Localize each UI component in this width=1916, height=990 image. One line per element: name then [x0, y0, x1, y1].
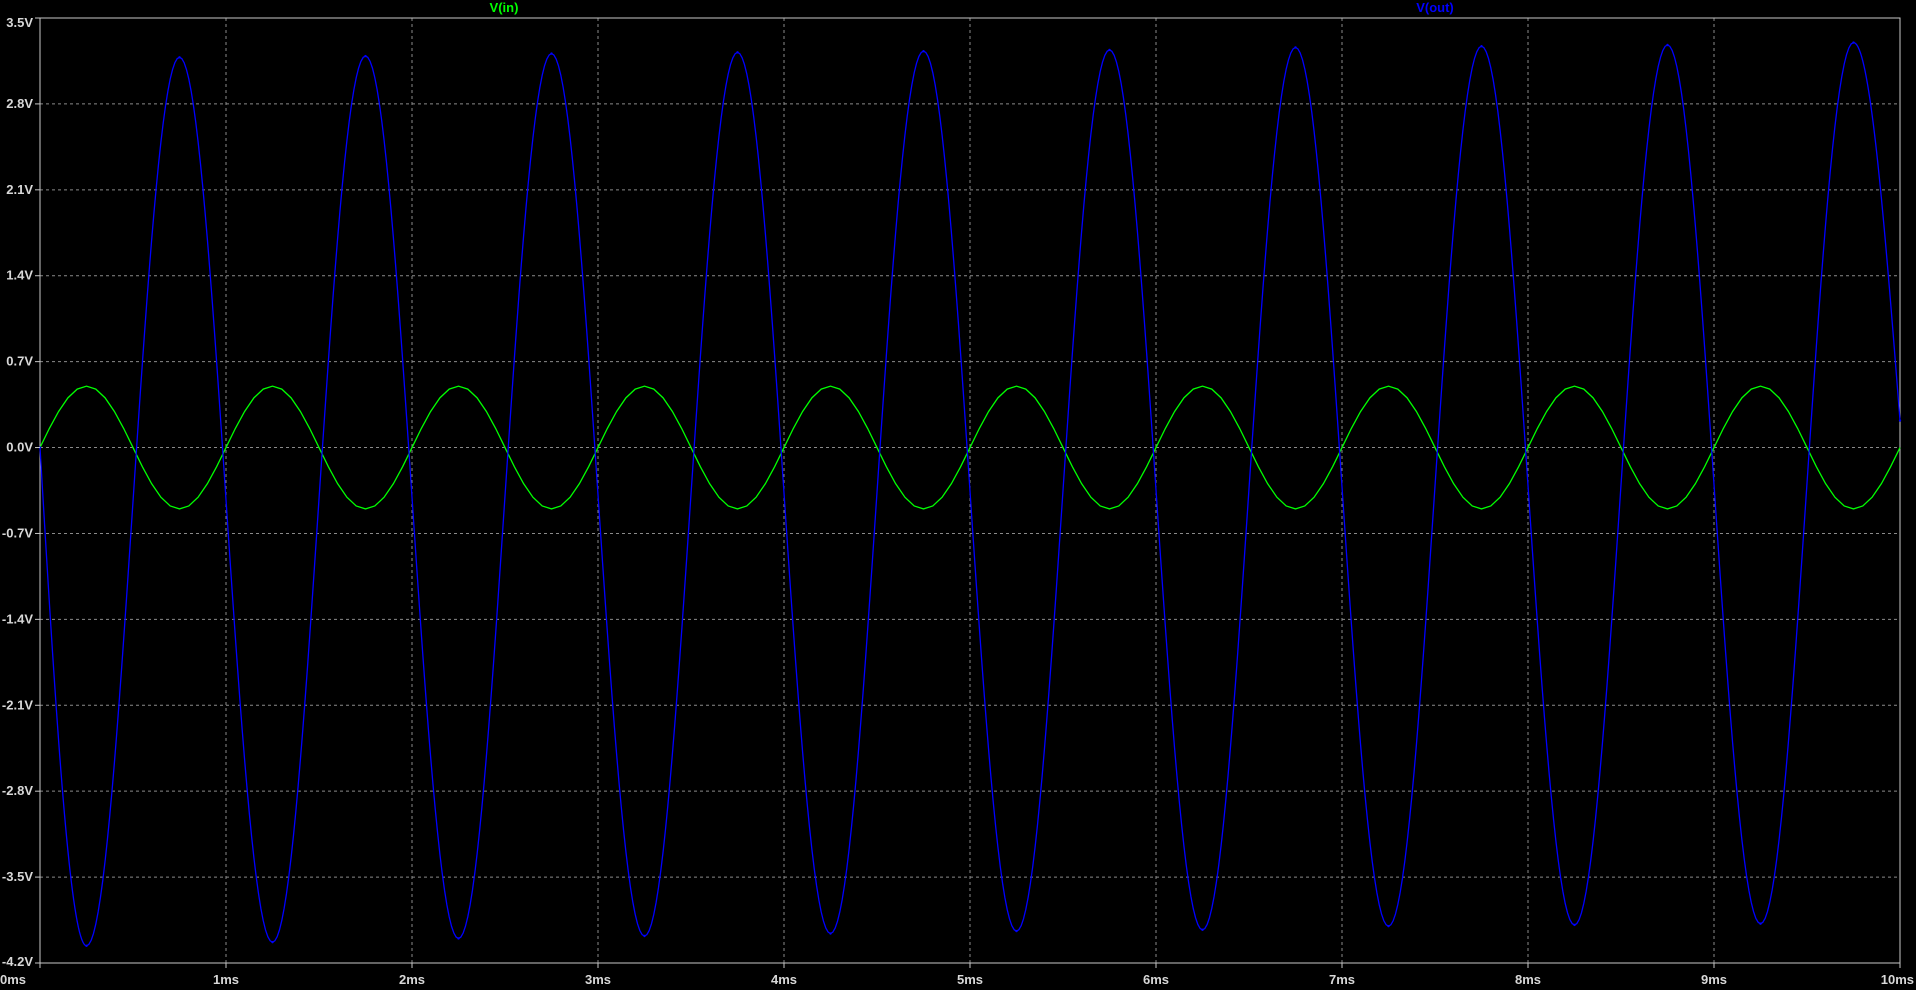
v-out-point [1852, 41, 1855, 44]
y-tick-label: -3.5V [2, 869, 33, 884]
v-out-point [922, 49, 925, 53]
y-tick-label: 0.0V [6, 440, 33, 455]
v-out-point [550, 52, 553, 55]
y-tick-label: 2.8V [6, 96, 33, 111]
v-out-point [1108, 48, 1111, 52]
plot-background [0, 0, 1916, 990]
y-tick-label: -1.4V [2, 611, 33, 626]
y-tick-label: 1.4V [6, 268, 33, 283]
y-tick-label: -2.1V [2, 697, 33, 712]
v-out-point [1387, 924, 1390, 928]
v-out-point [364, 54, 367, 58]
v-out-point [736, 51, 739, 54]
v-out-point [1898, 419, 1902, 422]
x-tick-label: 6ms [1143, 972, 1169, 987]
x-tick-label: 7ms [1329, 972, 1355, 987]
v-out-point [1294, 46, 1297, 49]
x-tick-label: 3ms [585, 972, 611, 987]
y-tick-label: -0.7V [2, 525, 33, 540]
x-tick-label: 0ms [0, 972, 26, 987]
y-tick-label: 0.7V [6, 354, 33, 369]
v-out-point [85, 944, 88, 948]
y-tick-label: 3.5V [6, 15, 33, 30]
x-tick-label: 1ms [213, 972, 239, 987]
x-tick-label: 4ms [771, 972, 797, 987]
x-tick-label: 2ms [399, 972, 425, 987]
waveform-plot[interactable]: 3.5V 2.8V 2.1V 1.4V 0.7V 0.0V -0.7V -1.4V -2.1V -… [0, 0, 1916, 990]
v-out-point [1015, 929, 1018, 933]
v-out-point [457, 937, 460, 940]
v-out-point [829, 932, 832, 935]
v-out-point [1759, 922, 1762, 925]
x-tick-label: 8ms [1515, 972, 1541, 987]
v-out-point [1666, 43, 1669, 47]
v-out-point [271, 940, 274, 944]
v-out-point [1201, 928, 1204, 932]
v-out-point [178, 56, 181, 59]
x-tick-label: 9ms [1701, 972, 1727, 987]
y-tick-label: -4.2V [2, 954, 33, 969]
y-tick-label: -2.8V [2, 783, 33, 798]
v-out-point [643, 934, 646, 938]
legend-v-in[interactable]: V(in) [490, 0, 519, 15]
x-tick-label: 5ms [957, 972, 983, 987]
x-tick-label: 10ms [1881, 972, 1914, 987]
legend-v-out[interactable]: V(out) [1416, 0, 1454, 15]
v-out-point [1480, 45, 1483, 48]
v-out-point [1573, 923, 1576, 927]
y-tick-label: 2.1V [6, 182, 33, 197]
